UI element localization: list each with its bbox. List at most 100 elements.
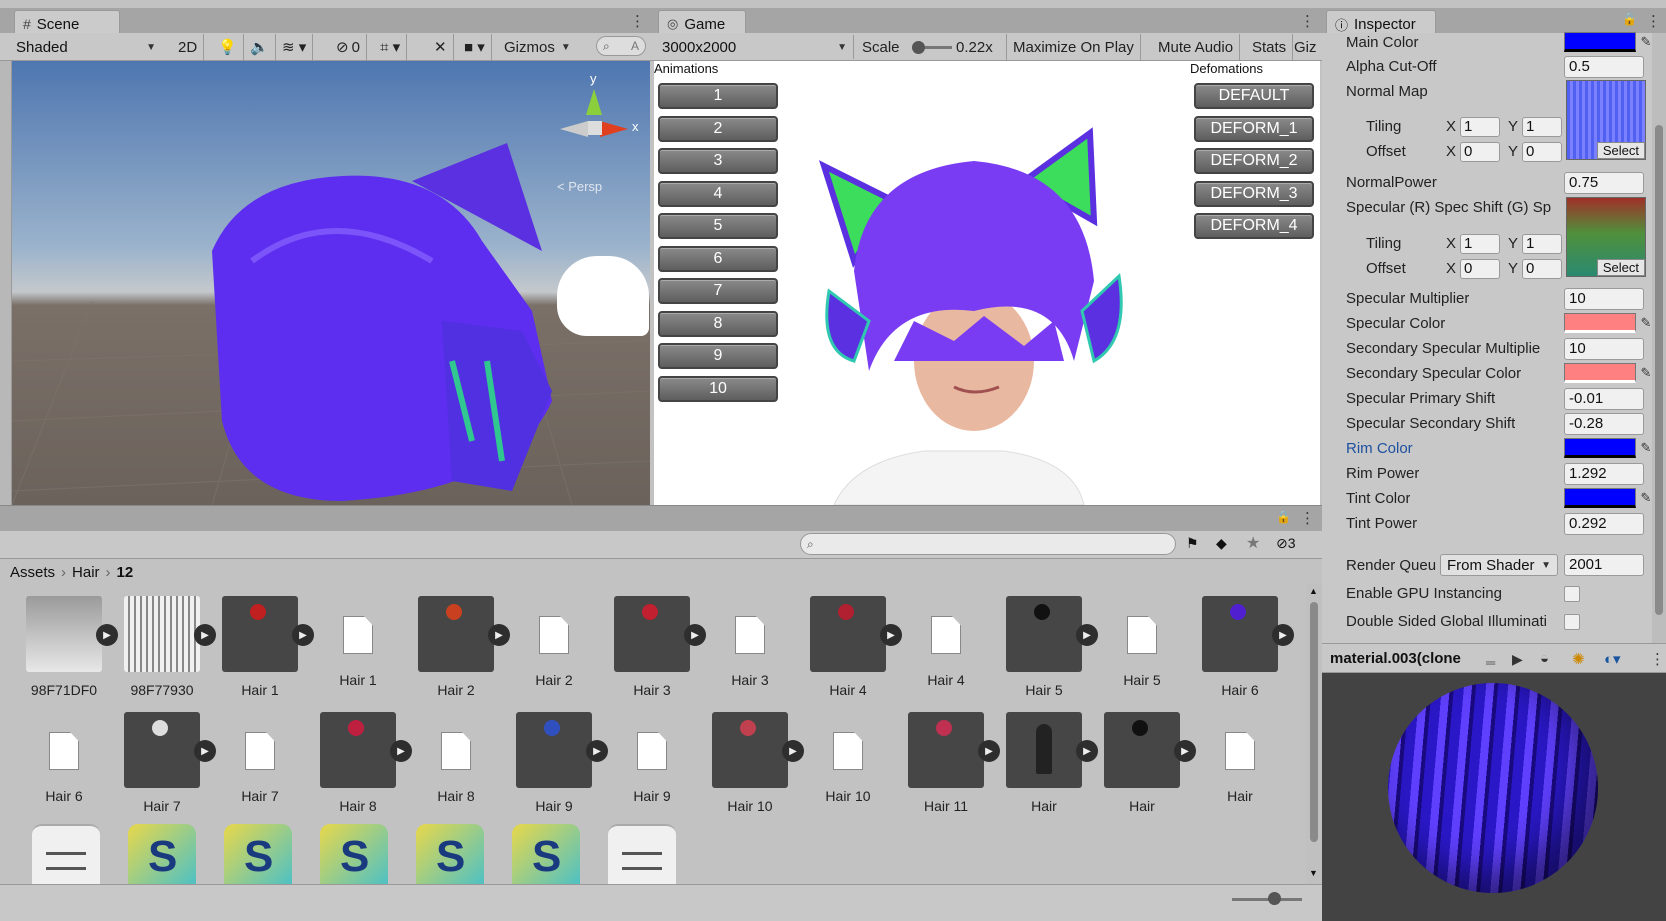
asset-item[interactable]: ▶ Hair 2 xyxy=(410,596,510,698)
anim-button-10[interactable]: 10 xyxy=(658,375,778,402)
shading-mode-dropdown[interactable]: Shaded ▼ xyxy=(10,35,162,59)
lock-icon[interactable]: 🔒 xyxy=(1622,12,1637,26)
anim-button-1[interactable]: 1 xyxy=(658,83,778,109)
normal-offset-x-field[interactable]: 0 xyxy=(1460,142,1500,162)
inspector-scrollbar-thumb[interactable] xyxy=(1655,125,1663,615)
asset-item[interactable]: Hair 1 xyxy=(312,596,404,688)
maximize-on-play-toggle[interactable]: Maximize On Play xyxy=(1006,34,1141,60)
preview-resize-handle[interactable]: ═ xyxy=(1486,655,1495,670)
deform-button-5[interactable]: DEFORM_4 xyxy=(1194,213,1314,239)
spec-offset-x-field[interactable]: 0 xyxy=(1460,259,1500,279)
eyedropper-icon[interactable]: ✎ xyxy=(1636,32,1656,52)
anim-button-7[interactable]: 7 xyxy=(658,278,778,304)
breadcrumb-current[interactable]: 12 xyxy=(117,564,134,581)
shader-file-icon[interactable]: S xyxy=(416,824,484,884)
anim-button-9[interactable]: 9 xyxy=(658,343,778,369)
shader-file-icon[interactable]: S xyxy=(320,824,388,884)
inspector-scrollbar[interactable] xyxy=(1652,33,1666,643)
camera-icon[interactable]: ■ ▾ xyxy=(458,34,492,60)
deform-button-2[interactable]: DEFORM_1 xyxy=(1194,115,1314,142)
spec-secondary-shift-field[interactable]: -0.28 xyxy=(1564,413,1644,435)
resolution-dropdown[interactable]: 3000x2000 ▼ xyxy=(656,35,854,59)
scale-slider[interactable] xyxy=(912,41,952,54)
breadcrumb-hair[interactable]: Hair xyxy=(72,564,100,581)
project-scrollbar[interactable]: ▲ ▼ xyxy=(1306,584,1322,884)
spec-offset-y-field[interactable]: 0 xyxy=(1522,259,1562,279)
main-color-swatch[interactable] xyxy=(1564,32,1636,52)
expand-arrow-icon[interactable]: ▶ xyxy=(1272,624,1294,646)
asset-item[interactable]: ▶ Hair 4 xyxy=(802,596,902,698)
spec-color-swatch[interactable] xyxy=(1564,313,1636,333)
preview-light-icon[interactable]: ◒ xyxy=(1540,650,1549,667)
stats-toggle[interactable]: Stats xyxy=(1246,34,1294,60)
asset-item[interactable]: ▶ Hair 8 xyxy=(312,712,412,814)
inspector-menu-icon[interactable]: ⋮ xyxy=(1646,12,1661,30)
eyedropper-icon[interactable]: ✎ xyxy=(1636,313,1656,333)
scrollbar-down-arrow[interactable]: ▼ xyxy=(1309,868,1318,878)
expand-arrow-icon[interactable]: ▶ xyxy=(292,624,314,646)
hidden-objects-toggle[interactable]: ⊘ 0 xyxy=(330,34,367,60)
shader-file-icon[interactable]: S xyxy=(224,824,292,884)
asset-item[interactable]: ▶ Hair 11 xyxy=(900,712,1000,814)
icon-size-slider-handle[interactable] xyxy=(1268,892,1281,905)
shader-file-icon[interactable]: S xyxy=(128,824,196,884)
tab-inspector[interactable]: ⓘ Inspector xyxy=(1326,10,1436,34)
asset-item[interactable]: Hair 7 xyxy=(214,712,306,804)
projection-label[interactable]: < Persp xyxy=(557,179,602,194)
toggle-2d-button[interactable]: 2D xyxy=(172,34,205,60)
asset-item[interactable]: ▶ Hair xyxy=(998,712,1098,814)
project-search-input[interactable]: ⌕ xyxy=(800,533,1176,555)
asset-item[interactable]: ▶ Hair xyxy=(1096,712,1196,814)
spec-map-texture[interactable]: Select xyxy=(1566,197,1646,277)
sec-spec-mult-field[interactable]: 10 xyxy=(1564,338,1644,360)
preview-menu-icon[interactable]: ⋮ xyxy=(1650,650,1665,668)
tab-scene[interactable]: # Scene xyxy=(14,10,120,34)
asset-item[interactable]: ▶ Hair 6 xyxy=(1194,596,1294,698)
breadcrumb-assets[interactable]: Assets xyxy=(10,564,55,581)
scene-viewport[interactable]: y x < Persp xyxy=(12,61,650,505)
deform-button-3[interactable]: DEFORM_2 xyxy=(1194,148,1314,174)
spec-tiling-y-field[interactable]: 1 xyxy=(1522,234,1562,254)
spec-map-select-button[interactable]: Select xyxy=(1596,259,1645,276)
spec-mult-field[interactable]: 10 xyxy=(1564,288,1644,310)
normal-tiling-x-field[interactable]: 1 xyxy=(1460,117,1500,137)
rim-color-swatch[interactable] xyxy=(1564,438,1636,458)
game-gizmos-toggle[interactable]: Giz xyxy=(1292,34,1322,60)
spec-tiling-x-field[interactable]: 1 xyxy=(1460,234,1500,254)
normal-map-select-button[interactable]: Select xyxy=(1596,142,1645,159)
tab-game[interactable]: ◎ Game xyxy=(658,10,746,34)
effects-toggle-icon[interactable]: ≋ ▾ xyxy=(276,34,314,60)
anim-button-8[interactable]: 8 xyxy=(658,310,778,337)
asset-item[interactable]: ▶ Hair 10 xyxy=(704,712,804,814)
asset-item[interactable]: Hair 6 xyxy=(18,712,110,804)
expand-arrow-icon[interactable]: ▶ xyxy=(1174,740,1196,762)
render-queue-dropdown[interactable]: From Shader ▼ xyxy=(1440,554,1558,576)
favorite-star-icon[interactable]: ★ xyxy=(1246,533,1260,553)
grid-snap-icon[interactable]: ⌗ ▾ xyxy=(374,34,408,60)
filter-by-label-icon[interactable]: ◆ xyxy=(1216,535,1227,552)
deform-button-1[interactable]: DEFAULT xyxy=(1194,83,1314,109)
icon-size-slider[interactable] xyxy=(1232,892,1302,905)
expand-arrow-icon[interactable]: ▶ xyxy=(488,624,510,646)
deform-button-4[interactable]: DEFORM_3 xyxy=(1194,180,1314,207)
expand-arrow-icon[interactable]: ▶ xyxy=(194,624,216,646)
mute-audio-toggle[interactable]: Mute Audio xyxy=(1152,34,1241,60)
anim-button-6[interactable]: 6 xyxy=(658,245,778,272)
scene-orientation-gizmo[interactable]: y x xyxy=(542,71,642,171)
expand-arrow-icon[interactable]: ▶ xyxy=(194,740,216,762)
anim-button-3[interactable]: 3 xyxy=(658,148,778,174)
spec-primary-shift-field[interactable]: -0.01 xyxy=(1564,388,1644,410)
sec-spec-color-swatch[interactable] xyxy=(1564,363,1636,383)
hidden-packages-toggle[interactable]: ⊘3 xyxy=(1276,535,1296,552)
asset-item[interactable]: ▶ 98F77930 xyxy=(116,596,216,698)
scrollbar-up-arrow[interactable]: ▲ xyxy=(1309,586,1318,596)
lock-icon[interactable]: 🔒 xyxy=(1276,510,1291,524)
eyedropper-icon[interactable]: ✎ xyxy=(1636,488,1656,508)
asset-item[interactable]: Hair 2 xyxy=(508,596,600,688)
asset-item[interactable]: ▶ Hair 5 xyxy=(998,596,1098,698)
project-scrollbar-thumb[interactable] xyxy=(1310,602,1318,842)
asset-item[interactable]: ▶ 98F71DF0 xyxy=(18,596,118,698)
scene-menu-icon[interactable]: ⋮ xyxy=(630,12,645,30)
normal-map-texture[interactable]: Select xyxy=(1566,80,1646,160)
game-viewport[interactable]: Animations Defomations 1 2 3 4 5 6 7 8 9 10 DEFAU… xyxy=(654,61,1320,505)
